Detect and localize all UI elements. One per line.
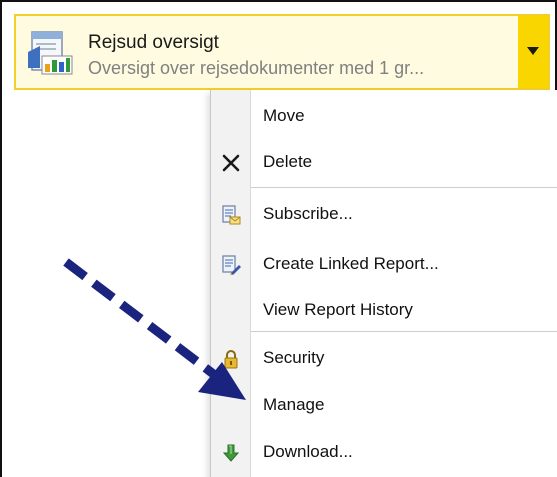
menu-item-delete[interactable]: Delete: [211, 140, 557, 186]
menu-item-label: Create Linked Report...: [263, 254, 439, 273]
menu-item-label: Security: [263, 348, 325, 367]
menu-item-create-linked-report[interactable]: Create Linked Report...: [211, 242, 557, 288]
screenshot-frame: Rejsud oversigt Oversigt over rejsedokum…: [0, 0, 557, 477]
menu-item-label: Subscribe...: [263, 204, 353, 223]
menu-item-label: Delete: [263, 152, 313, 171]
linked-report-icon: [222, 255, 241, 275]
menu-item-label: Move: [263, 106, 305, 125]
report-chart-icon: [28, 31, 73, 75]
menu-item-manage[interactable]: Manage: [211, 383, 557, 429]
download-icon: [222, 444, 240, 462]
menu-separator: [251, 187, 557, 188]
context-menu: Move Delete Subscribe... Create Linked R…: [210, 90, 557, 477]
lock-icon: [224, 350, 238, 369]
dropdown-button[interactable]: [518, 16, 548, 88]
menu-item-download[interactable]: Download...: [211, 430, 557, 476]
menu-item-view-report-history[interactable]: View Report History: [211, 288, 557, 334]
subscribe-icon: [222, 205, 241, 225]
menu-item-subscribe[interactable]: Subscribe...: [211, 192, 557, 238]
menu-item-move[interactable]: Move: [211, 94, 557, 140]
menu-item-label: Manage: [263, 395, 325, 414]
menu-item-label: View Report History: [263, 300, 413, 319]
report-description: Oversigt over rejsedokumenter med 1 gr..…: [88, 58, 425, 78]
chevron-down-icon: [527, 47, 539, 55]
menu-item-security[interactable]: Security: [211, 336, 557, 382]
menu-item-label: Download...: [263, 442, 353, 461]
report-title[interactable]: Rejsud oversigt: [88, 32, 219, 54]
menu-separator: [251, 331, 557, 332]
report-tile[interactable]: Rejsud oversigt Oversigt over rejsedokum…: [14, 14, 550, 90]
close-icon: [222, 154, 240, 172]
